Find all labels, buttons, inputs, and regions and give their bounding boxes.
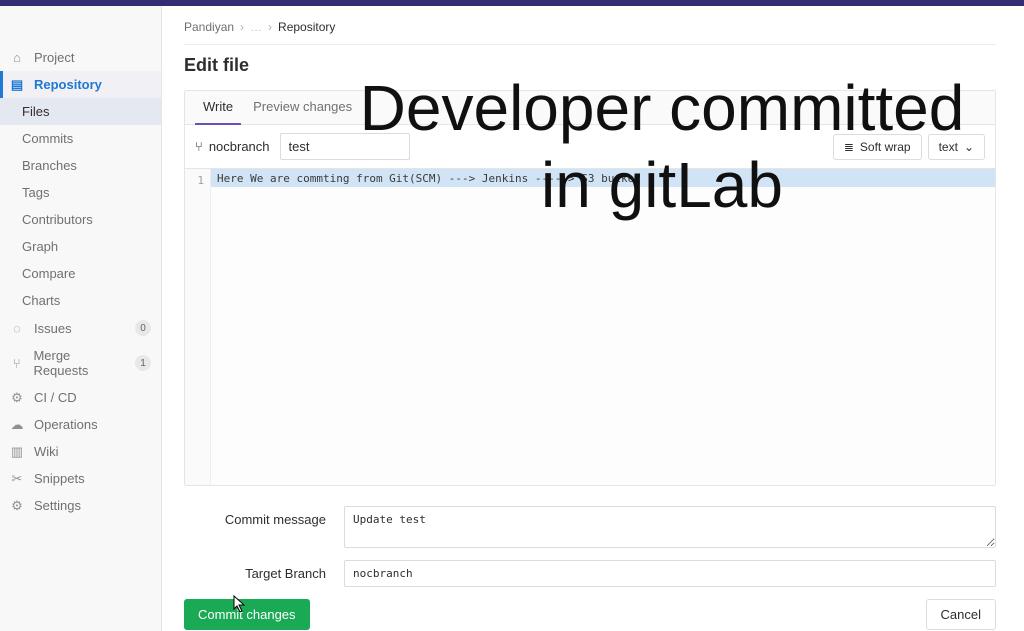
sidebar-item-repository[interactable]: ▤ Repository bbox=[0, 71, 161, 98]
sidebar-sub-label: Contributors bbox=[22, 212, 93, 227]
ci-icon: ⚙ bbox=[10, 391, 24, 405]
target-branch-input[interactable] bbox=[344, 560, 996, 587]
merge-icon: ⑂ bbox=[10, 356, 23, 370]
syntax-label: text bbox=[939, 140, 958, 154]
sidebar-item-issues[interactable]: ◌ Issues 0 bbox=[0, 314, 161, 342]
divider bbox=[184, 44, 996, 45]
sidebar-sub-branches[interactable]: Branches bbox=[0, 152, 161, 179]
sidebar-sub-label: Compare bbox=[22, 266, 75, 281]
sidebar-item-label: Issues bbox=[34, 321, 72, 336]
file-icon: ▤ bbox=[10, 78, 24, 92]
sidebar-sub-tags[interactable]: Tags bbox=[0, 179, 161, 206]
commit-message-label: Commit message bbox=[184, 506, 344, 527]
branch-icon: ⑂ bbox=[195, 139, 203, 154]
branch-indicator: ⑂ nocbranch bbox=[195, 139, 270, 154]
commit-changes-button[interactable]: Commit changes bbox=[184, 599, 310, 630]
code-gutter: 1 bbox=[185, 169, 211, 485]
syntax-dropdown[interactable]: text ⌄ bbox=[928, 134, 985, 160]
sidebar-sub-label: Commits bbox=[22, 131, 73, 146]
breadcrumb: Pandiyan › … › Repository bbox=[184, 16, 996, 38]
mr-count-badge: 1 bbox=[135, 355, 151, 371]
soft-wrap-label: Soft wrap bbox=[860, 140, 911, 154]
soft-wrap-button[interactable]: ≣ Soft wrap bbox=[833, 134, 922, 160]
sidebar-sub-label: Graph bbox=[22, 239, 58, 254]
sidebar-sub-label: Tags bbox=[22, 185, 49, 200]
breadcrumb-separator: › bbox=[240, 20, 244, 34]
home-icon: ⌂ bbox=[10, 51, 24, 65]
sidebar-item-snippets[interactable]: ✂ Snippets bbox=[0, 465, 161, 492]
editor-panel: Write Preview changes ⑂ nocbranch ≣ Soft… bbox=[184, 90, 996, 486]
sidebar-item-label: Snippets bbox=[34, 471, 85, 486]
breadcrumb-separator: › bbox=[268, 20, 272, 34]
sidebar-sub-compare[interactable]: Compare bbox=[0, 260, 161, 287]
sidebar-sub-contributors[interactable]: Contributors bbox=[0, 206, 161, 233]
page-title: Edit file bbox=[184, 55, 996, 76]
target-branch-label: Target Branch bbox=[184, 560, 344, 581]
wiki-icon: ▥ bbox=[10, 445, 24, 459]
issues-count-badge: 0 bbox=[135, 320, 151, 336]
snippets-icon: ✂ bbox=[10, 472, 24, 486]
project-avatar-spot bbox=[0, 6, 161, 44]
editor-toolbar: ⑂ nocbranch ≣ Soft wrap text ⌄ bbox=[185, 125, 995, 169]
sidebar-item-label: Repository bbox=[34, 77, 102, 92]
sidebar-item-settings[interactable]: ⚙ Settings bbox=[0, 492, 161, 519]
sidebar-item-label: Operations bbox=[34, 417, 98, 432]
sidebar-sub-label: Branches bbox=[22, 158, 77, 173]
sidebar-sub-commits[interactable]: Commits bbox=[0, 125, 161, 152]
sidebar-sub-graph[interactable]: Graph bbox=[0, 233, 161, 260]
editor-tabs: Write Preview changes bbox=[185, 91, 995, 125]
branch-name: nocbranch bbox=[209, 139, 270, 154]
breadcrumb-root[interactable]: Pandiyan bbox=[184, 20, 234, 34]
sidebar: ⌂ Project ▤ Repository Files Commits Bra… bbox=[0, 6, 162, 631]
sidebar-item-label: Settings bbox=[34, 498, 81, 513]
sidebar-item-label: Merge Requests bbox=[33, 348, 125, 378]
sidebar-item-label: Project bbox=[34, 50, 74, 65]
chevron-down-icon: ⌄ bbox=[964, 140, 974, 154]
breadcrumb-mid[interactable]: … bbox=[250, 20, 262, 34]
ops-icon: ☁ bbox=[10, 418, 24, 432]
sidebar-item-operations[interactable]: ☁ Operations bbox=[0, 411, 161, 438]
sidebar-item-label: Wiki bbox=[34, 444, 59, 459]
line-number: 1 bbox=[185, 173, 204, 189]
code-line[interactable]: Here We are commting from Git(SCM) ---> … bbox=[211, 169, 995, 187]
sidebar-item-wiki[interactable]: ▥ Wiki bbox=[0, 438, 161, 465]
tab-write[interactable]: Write bbox=[195, 91, 241, 125]
code-body[interactable]: Here We are commting from Git(SCM) ---> … bbox=[211, 169, 995, 485]
filename-input[interactable] bbox=[280, 133, 410, 160]
issues-icon: ◌ bbox=[10, 321, 24, 335]
cancel-button[interactable]: Cancel bbox=[926, 599, 996, 630]
sidebar-sub-label: Charts bbox=[22, 293, 60, 308]
sidebar-sub-charts[interactable]: Charts bbox=[0, 287, 161, 314]
page: ⌂ Project ▤ Repository Files Commits Bra… bbox=[0, 6, 1024, 631]
wrap-icon: ≣ bbox=[844, 140, 854, 154]
sidebar-sub-label: Files bbox=[22, 104, 49, 119]
sidebar-item-merge-requests[interactable]: ⑂ Merge Requests 1 bbox=[0, 342, 161, 384]
settings-icon: ⚙ bbox=[10, 499, 24, 513]
main-content: Pandiyan › … › Repository Edit file Writ… bbox=[162, 6, 1024, 631]
breadcrumb-current: Repository bbox=[278, 20, 335, 34]
sidebar-item-project[interactable]: ⌂ Project bbox=[0, 44, 161, 71]
code-editor[interactable]: 1 Here We are commting from Git(SCM) ---… bbox=[185, 169, 995, 485]
tab-label: Preview changes bbox=[253, 99, 352, 114]
commit-message-input[interactable]: Update test bbox=[344, 506, 996, 548]
tab-preview[interactable]: Preview changes bbox=[245, 91, 360, 124]
commit-form: Commit message Update test Target Branch… bbox=[184, 506, 996, 630]
sidebar-sub-files[interactable]: Files bbox=[0, 98, 161, 125]
tab-label: Write bbox=[203, 99, 233, 114]
sidebar-item-label: CI / CD bbox=[34, 390, 77, 405]
sidebar-item-ci-cd[interactable]: ⚙ CI / CD bbox=[0, 384, 161, 411]
